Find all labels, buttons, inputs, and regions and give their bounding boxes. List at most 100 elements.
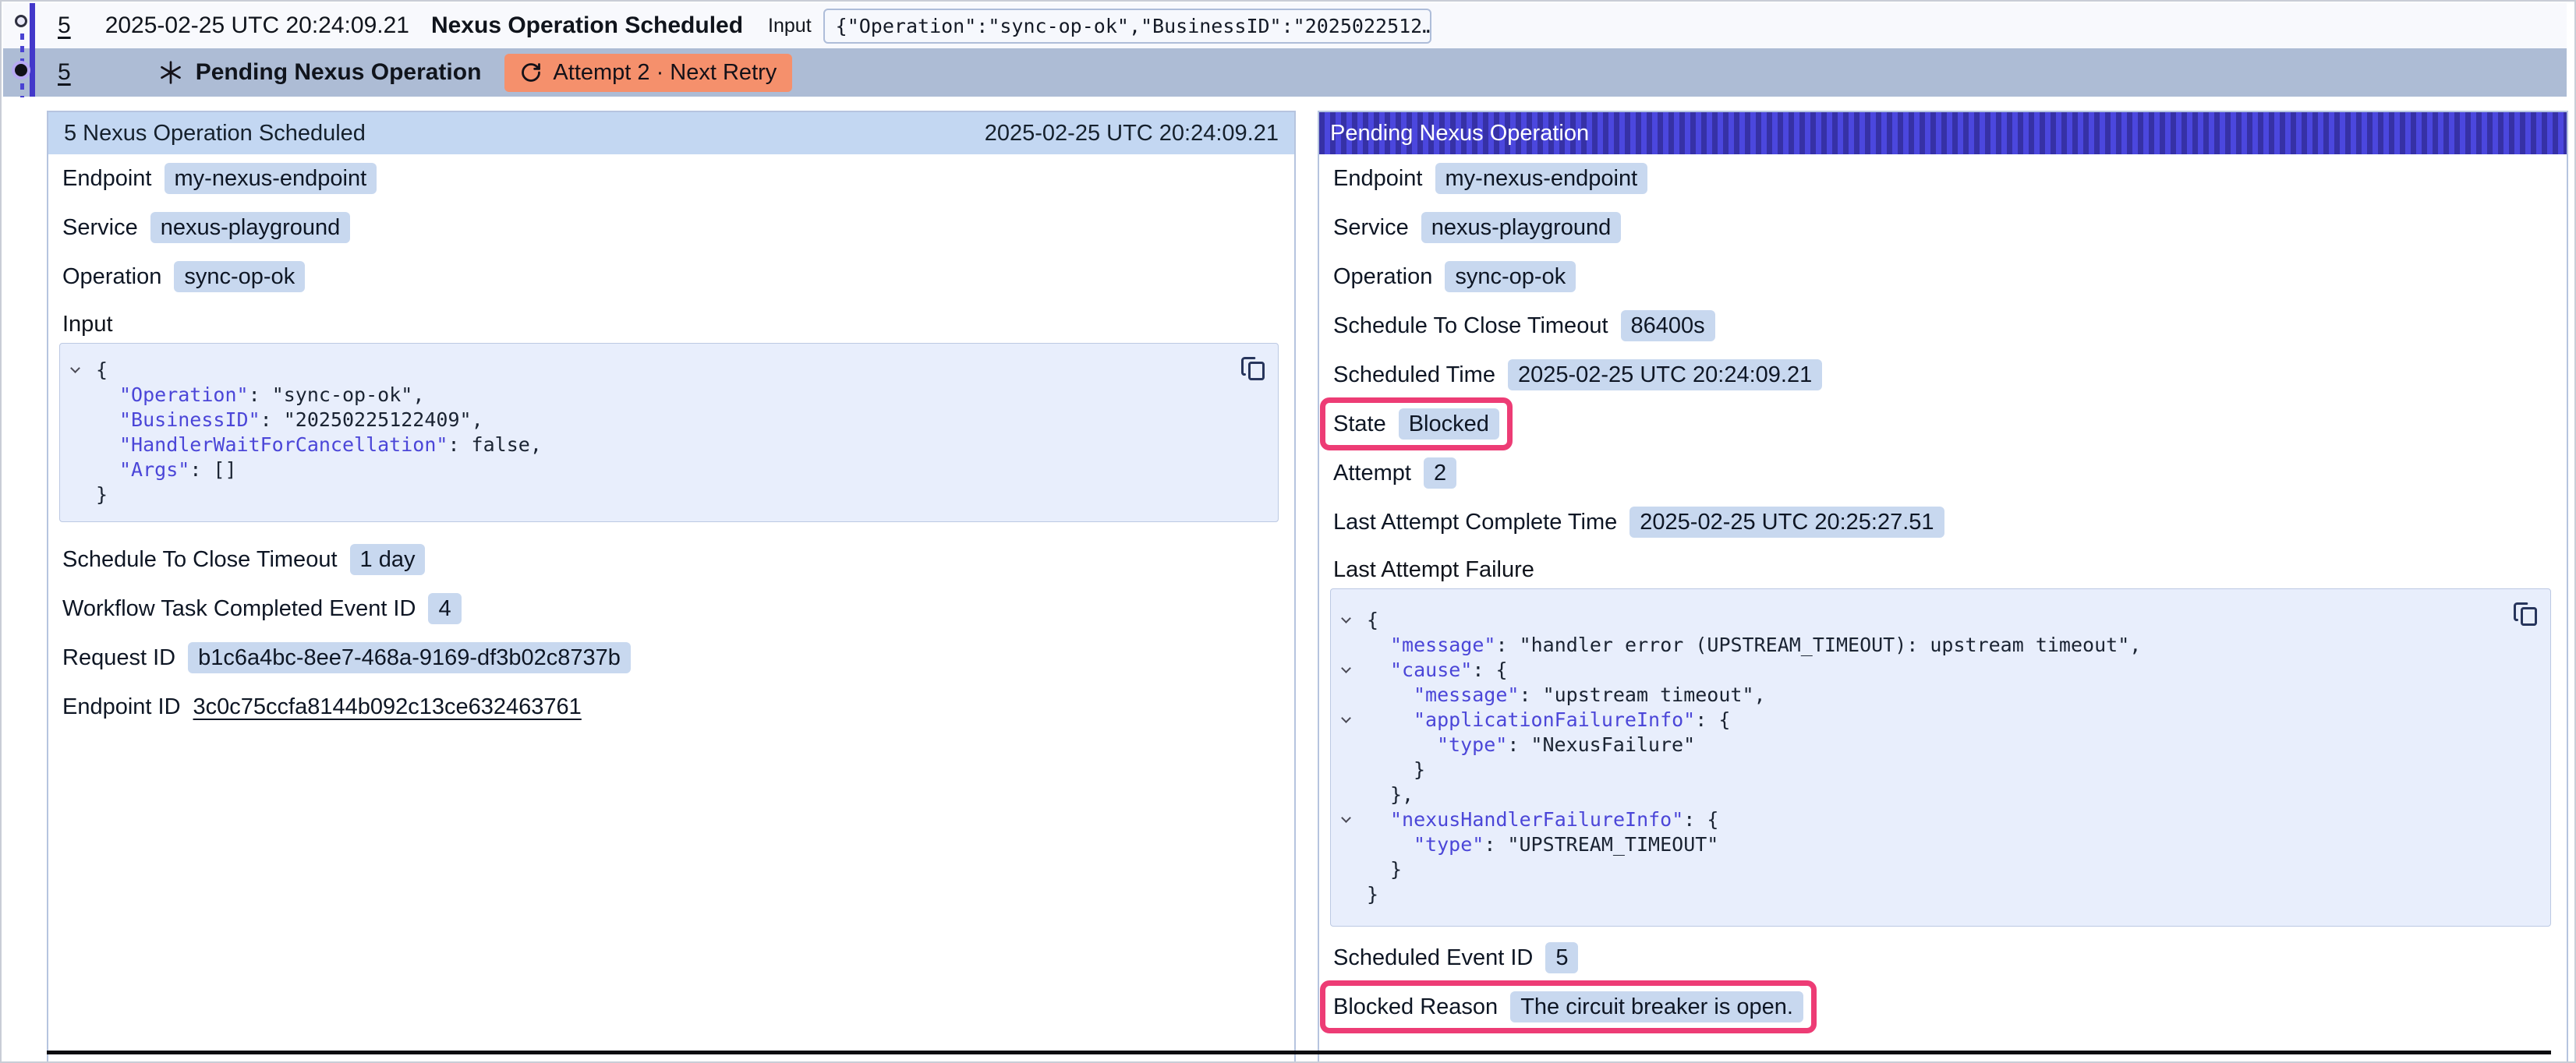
detail-field-endpoint-id: Endpoint ID 3c0c75ccfa8144b092c13ce632463… [62,691,582,722]
json-text: } [96,482,108,507]
collapse-toggle[interactable] [60,358,96,383]
json-text: "type": "NexusFailure" [1367,733,1695,758]
json-line: "BusinessID": "20250225122409", [60,408,1262,433]
json-line: } [1331,758,2535,782]
detail-field-scheduled-time: Scheduled Time2025-02-25 UTC 20:24:09.21 [1333,359,1822,390]
detail-field-state: StateBlocked [1333,408,1499,440]
copy-icon[interactable] [2511,600,2539,628]
chevron-down-icon [1341,613,1351,623]
json-line: "Args": [] [60,457,1262,482]
event-id-link[interactable]: 5 [58,59,71,86]
detail-field-endpoint: Endpoint my-nexus-endpoint [62,163,377,194]
detail-field-operation: Operation sync-op-ok [1333,261,1576,292]
scheduled-panel-header: 5 Nexus Operation Scheduled 2025-02-25 U… [48,112,1294,154]
field-label: Operation [1333,264,1432,290]
pending-panel-header: Pending Nexus Operation [1319,112,2567,154]
collapse-toggle[interactable] [1331,807,1367,832]
field-value-chip: sync-op-ok [1445,261,1576,292]
json-text: "message": "upstream timeout", [1367,683,1766,708]
json-text: "Operation": "sync-op-ok", [96,383,424,408]
timeline-current-dot-icon [15,64,27,76]
detail-field-scheduled-event-id: Scheduled Event ID5 [1333,942,1578,973]
json-line: } [60,482,1262,507]
field-value-chip: nexus-playground [150,212,351,243]
json-text: "HandlerWaitForCancellation": false, [96,433,542,457]
field-value-chip: Blocked [1399,408,1499,440]
json-line: }, [1331,782,2535,807]
field-label: Service [1333,215,1409,241]
field-value-link[interactable]: 3c0c75ccfa8144b092c13ce632463761 [193,694,582,720]
pending-asterisk-icon [158,60,183,85]
json-text: } [1367,857,1402,882]
code-gutter [60,457,96,482]
json-text: "applicationFailureInfo": { [1367,708,1730,733]
detail-field-blocked-reason: Blocked Reason The circuit breaker is ope… [1333,991,1803,1022]
json-line: } [1331,882,2535,907]
detail-field-schedule-to-close-timeout: Schedule To Close Timeout1 day [62,544,425,575]
retry-icon [520,62,542,83]
json-text: } [1367,882,1378,907]
field-label: Service [62,215,138,241]
code-gutter [60,433,96,457]
field-value-chip: nexus-playground [1421,212,1622,243]
section-bottom-divider [47,1051,2551,1054]
collapse-toggle[interactable] [1331,708,1367,733]
json-line: "Operation": "sync-op-ok", [60,383,1262,408]
field-label: Blocked Reason [1333,994,1498,1020]
collapse-toggle[interactable] [1331,658,1367,683]
chevron-down-icon [1341,663,1351,673]
json-text: "Args": [] [96,457,237,482]
detail-field-endpoint: Endpointmy-nexus-endpoint [1333,163,1647,194]
detail-field-workflow-task-completed-event-id: Workflow Task Completed Event ID4 [62,593,462,624]
event-row-pending-selected[interactable]: 5 Pending Nexus Operation Attempt 2 · Ne… [3,48,2567,97]
retry-attempt-badge: Attempt 2 · Next Retry [504,54,792,92]
detail-field-request-id: Request IDb1c6a4bc-8ee7-468a-9169-df3b02… [62,642,631,673]
event-id-link[interactable]: 5 [58,12,71,39]
copy-icon[interactable] [1239,355,1267,383]
code-gutter [60,408,96,433]
pending-operation-detail-panel: Pending Nexus Operation Endpointmy-nexus… [1318,111,2568,1063]
failure-section-label: Last Attempt Failure [1333,556,2553,584]
chevron-down-icon [70,363,80,373]
field-value-chip: my-nexus-endpoint [1435,163,1648,194]
json-line: "message": "handler error (UPSTREAM_TIME… [1331,633,2535,658]
field-label: Workflow Task Completed Event ID [62,596,416,622]
panel-title: Pending Nexus Operation [1330,121,1589,147]
code-gutter [1331,633,1367,658]
field-label: Attempt [1333,461,1411,486]
json-line: "applicationFailureInfo": { [1331,708,2535,733]
field-value-chip: The circuit breaker is open. [1510,991,1803,1022]
input-preview-chip[interactable]: {"Operation":"sync-op-ok","BusinessID":"… [823,9,1431,44]
field-value-chip: 86400s [1621,310,1715,341]
field-value-chip: 1 day [350,544,426,575]
json-text: }, [1367,782,1414,807]
field-label: Last Attempt Complete Time [1333,510,1617,535]
field-value-chip: 2025-02-25 UTC 20:25:27.51 [1629,507,1944,538]
retry-badge-label: Attempt 2 · Next Retry [553,60,777,86]
event-timestamp: 2025-02-25 UTC 20:24:09.21 [105,12,409,39]
detail-field-schedule-to-close-timeout: Schedule To Close Timeout86400s [1333,310,1715,341]
field-label: Endpoint ID [62,694,181,720]
code-gutter [60,383,96,408]
event-history-screen: 5 2025-02-25 UTC 20:24:09.21 Nexus Opera… [0,0,2576,1063]
code-gutter [1331,733,1367,758]
json-line: "type": "UPSTREAM_TIMEOUT" [1331,832,2535,857]
json-text: { [1367,608,1378,633]
json-text: "BusinessID": "20250225122409", [96,408,483,433]
field-label: Scheduled Time [1333,362,1495,388]
field-value-chip: sync-op-ok [174,261,305,292]
failure-json-viewer: {"message": "handler error (UPSTREAM_TIM… [1330,588,2551,927]
json-text: "message": "handler error (UPSTREAM_TIME… [1367,633,2141,658]
field-label: Scheduled Event ID [1333,945,1533,971]
json-line: } [1331,857,2535,882]
event-title: Pending Nexus Operation [196,59,482,86]
collapse-toggle[interactable] [1331,608,1367,633]
detail-field-last-attempt-complete-time: Last Attempt Complete Time 2025-02-25 UTC… [1333,507,1944,538]
field-label: Endpoint [62,166,152,192]
field-value-chip: my-nexus-endpoint [165,163,377,194]
detail-field-service: Service nexus-playground [62,212,350,243]
json-text: } [1367,758,1425,782]
event-row-scheduled[interactable]: 5 2025-02-25 UTC 20:24:09.21 Nexus Opera… [3,3,2567,48]
json-text: "type": "UPSTREAM_TIMEOUT" [1367,832,1718,857]
json-line: { [1331,608,2535,633]
